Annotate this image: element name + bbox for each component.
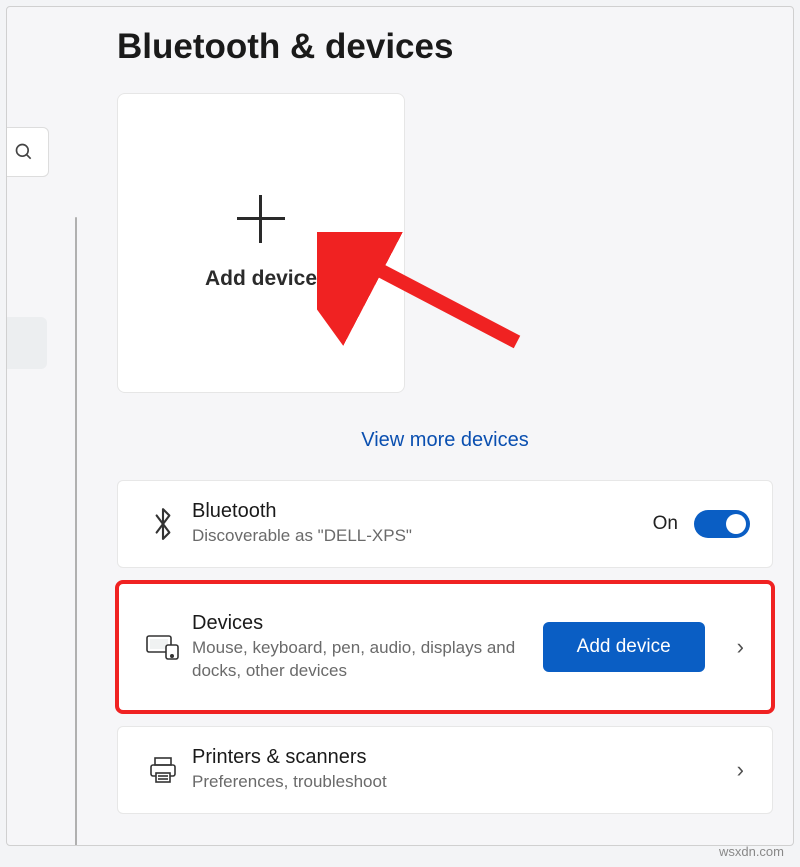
watermark: wsxdn.com [719, 844, 784, 859]
plus-icon [237, 195, 285, 243]
bluetooth-card: Bluetooth Discoverable as "DELL-XPS" On [117, 480, 773, 568]
page-title: Bluetooth & devices [117, 27, 773, 67]
settings-content: Bluetooth & devices Add device View more… [117, 27, 773, 814]
bluetooth-toggle[interactable] [694, 510, 750, 538]
printers-title: Printers & scanners [192, 746, 723, 769]
devices-card[interactable]: Devices Mouse, keyboard, pen, audio, dis… [117, 582, 773, 712]
devices-icon [140, 633, 186, 661]
printers-subtitle: Preferences, troubleshoot [192, 771, 723, 794]
bluetooth-subtitle: Discoverable as "DELL-XPS" [192, 525, 643, 548]
search-input-stub[interactable] [6, 127, 49, 177]
bluetooth-title: Bluetooth [192, 500, 643, 523]
view-more-devices-link[interactable]: View more devices [361, 429, 528, 451]
chevron-right-icon[interactable]: › [737, 757, 744, 783]
bluetooth-icon [140, 507, 186, 541]
chevron-right-icon[interactable]: › [737, 634, 744, 660]
add-device-button[interactable]: Add device [543, 622, 705, 672]
add-device-tile-label: Add device [205, 267, 317, 291]
nav-selected-stub [6, 317, 47, 369]
scroll-indicator [75, 217, 77, 846]
add-device-tile[interactable]: Add device [117, 93, 405, 393]
printers-card[interactable]: Printers & scanners Preferences, trouble… [117, 726, 773, 814]
search-icon [14, 142, 34, 162]
printer-icon [140, 756, 186, 784]
bluetooth-state-label: On [653, 513, 678, 535]
devices-subtitle: Mouse, keyboard, pen, audio, displays an… [192, 637, 533, 683]
devices-title: Devices [192, 612, 533, 635]
